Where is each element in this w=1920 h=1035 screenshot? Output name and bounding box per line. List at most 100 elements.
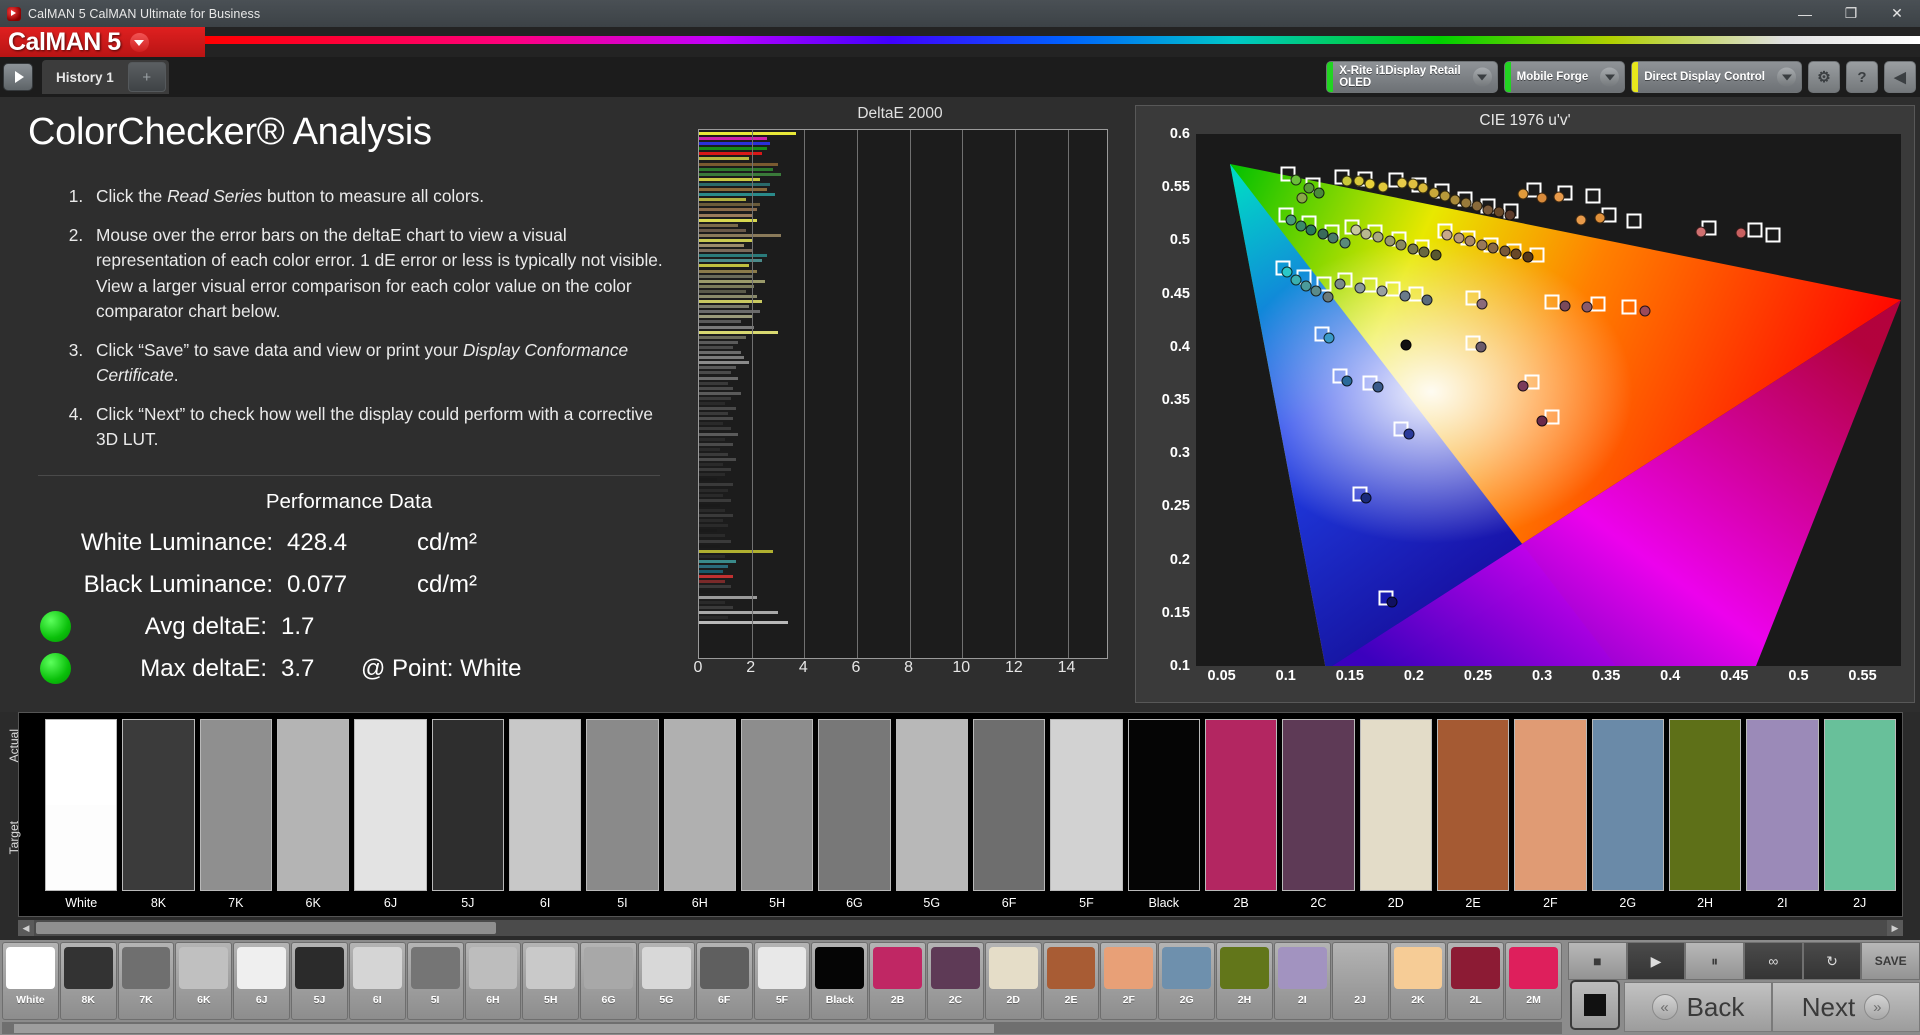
delta-e-bar[interactable] bbox=[699, 218, 757, 222]
delta-e-bar[interactable] bbox=[699, 264, 749, 268]
target-pattern-button[interactable] bbox=[1570, 980, 1620, 1030]
patch-button[interactable]: 2L bbox=[1447, 942, 1505, 1020]
calman-brand-button[interactable]: CalMAN 5 bbox=[0, 27, 205, 57]
cie-measured-point[interactable] bbox=[1323, 332, 1335, 344]
delta-e-bar[interactable] bbox=[699, 610, 778, 614]
delta-e-bar[interactable] bbox=[699, 330, 778, 334]
minimize-button[interactable]: — bbox=[1782, 0, 1828, 27]
delta-e-bar[interactable] bbox=[699, 198, 747, 202]
delta-e-bar[interactable] bbox=[699, 320, 742, 324]
delta-e-bar[interactable] bbox=[699, 585, 731, 589]
cie-measured-point[interactable] bbox=[1313, 187, 1325, 199]
comparator-swatch-column[interactable]: White bbox=[45, 719, 118, 915]
cie-measured-point[interactable] bbox=[1536, 415, 1548, 427]
delta-e-bar[interactable] bbox=[699, 376, 739, 380]
delta-e-bar[interactable] bbox=[699, 488, 728, 492]
patch-button[interactable]: 6F bbox=[695, 942, 753, 1020]
delta-e-bar[interactable] bbox=[699, 305, 749, 309]
chevron-down-icon[interactable] bbox=[1472, 67, 1492, 87]
comparator-swatch-column[interactable]: 2J bbox=[1823, 719, 1896, 915]
delta-e-bar[interactable] bbox=[699, 284, 755, 288]
comparator-swatch-column[interactable]: 8K bbox=[122, 719, 195, 915]
delta-e-bar[interactable] bbox=[699, 361, 749, 365]
stop-button[interactable]: ■ bbox=[1568, 942, 1627, 980]
cie-measured-point[interactable] bbox=[1476, 298, 1488, 310]
cie-measured-point[interactable] bbox=[1360, 492, 1372, 504]
cie-measured-point[interactable] bbox=[1475, 341, 1487, 353]
delta-e-bar[interactable] bbox=[699, 152, 763, 156]
scroll-left-icon[interactable]: ◀ bbox=[18, 920, 34, 936]
comparator-swatch-column[interactable]: 5I bbox=[586, 719, 659, 915]
cie-measured-point[interactable] bbox=[1504, 209, 1516, 221]
cie-measured-point[interactable] bbox=[1400, 339, 1412, 351]
delta-e-bar[interactable] bbox=[699, 238, 752, 242]
delta-e-bar[interactable] bbox=[699, 366, 736, 370]
delta-e-bar[interactable] bbox=[699, 447, 721, 451]
scrollbar-thumb[interactable] bbox=[36, 922, 496, 934]
settings-button[interactable]: ⚙ bbox=[1808, 61, 1840, 93]
delta-e-bar[interactable] bbox=[699, 417, 734, 421]
cie-plot-area[interactable] bbox=[1196, 134, 1901, 666]
delta-e-bar[interactable] bbox=[699, 244, 744, 248]
delta-e-bar[interactable] bbox=[699, 345, 734, 349]
cie-measured-point[interactable] bbox=[1476, 239, 1488, 251]
patch-button[interactable]: 6J bbox=[233, 942, 291, 1020]
cie-measured-point[interactable] bbox=[1493, 206, 1504, 218]
delta-e-bar[interactable] bbox=[699, 468, 731, 472]
comparator-swatch-column[interactable]: 2B bbox=[1204, 719, 1278, 915]
loop-button[interactable]: ∞ bbox=[1744, 942, 1803, 980]
delta-e-bar[interactable] bbox=[699, 605, 734, 609]
comparator-swatch-column[interactable]: 6K bbox=[276, 719, 350, 915]
patch-button[interactable]: 2J bbox=[1331, 942, 1389, 1020]
delta-e-bar[interactable] bbox=[699, 483, 734, 487]
comparator-swatch-column[interactable]: 6I bbox=[508, 719, 582, 915]
cie-measured-point[interactable] bbox=[1372, 381, 1384, 393]
comparator-swatch-column[interactable]: 6F bbox=[972, 719, 1046, 915]
tab-history-1[interactable]: History 1 bbox=[42, 60, 128, 94]
cie-measured-point[interactable] bbox=[1735, 227, 1747, 239]
cie-measured-point[interactable] bbox=[1499, 245, 1511, 257]
cie-measured-point[interactable] bbox=[1290, 274, 1302, 286]
delta-e-bar[interactable] bbox=[699, 539, 731, 543]
cie-measured-point[interactable] bbox=[1553, 191, 1565, 203]
delta-e-bar[interactable] bbox=[699, 172, 781, 176]
delta-e-bar[interactable] bbox=[699, 412, 728, 416]
cie-measured-point[interactable] bbox=[1327, 232, 1339, 244]
cie-measured-point[interactable] bbox=[1510, 248, 1522, 260]
delta-e-bar[interactable] bbox=[699, 193, 776, 197]
delta-e-bar[interactable] bbox=[699, 508, 726, 512]
patch-button[interactable]: 6G bbox=[580, 942, 637, 1020]
cie-measured-point[interactable] bbox=[1372, 231, 1384, 243]
delta-e-bar[interactable] bbox=[699, 254, 768, 258]
delta-e-bar[interactable] bbox=[699, 463, 723, 467]
delta-e-bar[interactable] bbox=[699, 452, 728, 456]
delta-e-bar[interactable] bbox=[699, 223, 739, 227]
add-tab-button[interactable]: + bbox=[127, 62, 166, 92]
delta-e-bar[interactable] bbox=[699, 580, 726, 584]
comparator-swatch-column[interactable]: 5F bbox=[1050, 719, 1123, 915]
cie-measured-point[interactable] bbox=[1353, 175, 1365, 187]
delta-e-bar[interactable] bbox=[699, 544, 721, 548]
comparator-swatch-column[interactable]: 2D bbox=[1359, 719, 1432, 915]
patch-strip-scrollbar[interactable] bbox=[2, 1022, 1562, 1034]
patch-button[interactable]: 5J bbox=[291, 942, 348, 1020]
delta-e-bar[interactable] bbox=[699, 315, 752, 319]
delta-e-bar[interactable] bbox=[699, 519, 723, 523]
patch-button[interactable]: 5G bbox=[637, 942, 695, 1020]
delta-e-bar[interactable] bbox=[699, 182, 771, 186]
patch-button[interactable]: 7K bbox=[117, 942, 175, 1020]
comparator-swatch-column[interactable]: 6G bbox=[818, 719, 891, 915]
delta-e-bar[interactable] bbox=[699, 310, 760, 314]
patch-button[interactable]: 8K bbox=[59, 942, 117, 1020]
delta-e-bar[interactable] bbox=[699, 167, 773, 171]
cie-measured-point[interactable] bbox=[1517, 380, 1529, 392]
patch-button[interactable]: 6K bbox=[175, 942, 233, 1020]
delta-e-bar[interactable] bbox=[699, 559, 736, 563]
cie-measured-point[interactable] bbox=[1310, 285, 1322, 297]
patch-button[interactable]: 5H bbox=[522, 942, 580, 1020]
delta-e-bar[interactable] bbox=[699, 396, 731, 400]
patch-button[interactable]: 2F bbox=[1100, 942, 1158, 1020]
cie-measured-point[interactable] bbox=[1386, 596, 1398, 608]
chevron-down-icon[interactable] bbox=[1777, 67, 1796, 87]
patch-button[interactable]: 2D bbox=[984, 942, 1042, 1020]
